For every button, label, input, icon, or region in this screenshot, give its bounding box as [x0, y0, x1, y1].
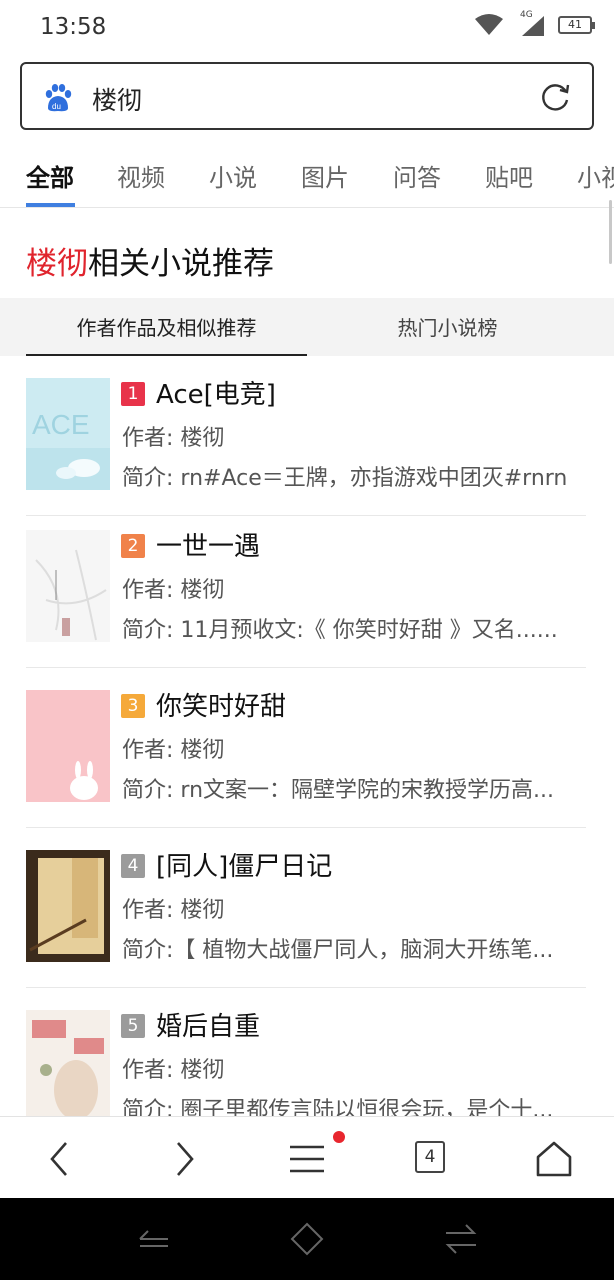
battery-indicator: 41 — [558, 16, 595, 34]
book-author: 作者: 楼彻 — [122, 898, 225, 923]
tab-tieba[interactable]: 贴吧 — [485, 158, 533, 193]
back-icon[interactable] — [38, 1137, 82, 1181]
tab-novel[interactable]: 小说 — [209, 158, 257, 193]
book-title[interactable]: 你笑时好甜 — [156, 686, 286, 723]
book-cover — [26, 850, 110, 962]
book-author: 作者: 楼彻 — [122, 578, 225, 603]
list-item[interactable]: 4 [同人]僵尸日记 作者: 楼彻 简介:【 植物大战僵尸同人，脑洞大开练笔..… — [0, 828, 614, 988]
browser-toolbar: 4 — [0, 1116, 614, 1198]
baidu-paw-icon: du — [45, 84, 72, 112]
section-title-text: 相关小说推荐 — [88, 246, 274, 282]
section-keyword: 楼彻 — [26, 246, 88, 282]
book-cover — [26, 690, 110, 802]
home-icon[interactable] — [532, 1137, 576, 1181]
book-title[interactable]: 婚后自重 — [156, 1006, 260, 1043]
svg-text:du: du — [52, 102, 61, 111]
status-bar: 13:58 4G 41 — [0, 0, 614, 56]
search-query: 楼彻 — [92, 86, 143, 115]
refresh-icon[interactable] — [538, 80, 572, 114]
book-intro: 简介: rn#Ace＝王牌，亦指游戏中团灭#rnrn — [122, 466, 568, 491]
tab-qa[interactable]: 问答 — [393, 158, 441, 193]
list-item[interactable]: 2 一世一遇 作者: 楼彻 简介: 11月预收文:《 你笑时好甜 》又名....… — [0, 508, 614, 668]
search-input[interactable]: du 楼彻 — [20, 62, 594, 130]
tab-more[interactable]: 小视 — [577, 158, 614, 193]
svg-text:ACE: ACE — [32, 409, 90, 440]
network-type: 4G — [520, 10, 533, 20]
tab-count-button[interactable]: 4 — [415, 1141, 445, 1173]
list-item[interactable]: ACE 1 Ace[电竞] 作者: 楼彻 简介: rn#Ace＝王牌，亦指游戏中… — [0, 356, 614, 516]
book-cover — [26, 530, 110, 642]
battery-level: 41 — [568, 18, 582, 31]
search-bar: du 楼彻 — [0, 56, 614, 140]
system-home-icon[interactable] — [290, 1222, 324, 1256]
book-cover: ACE — [26, 378, 110, 490]
subtab-author-works[interactable]: 作者作品及相似推荐 — [26, 312, 307, 341]
list-item[interactable]: 3 你笑时好甜 作者: 楼彻 简介: rn文案一：隔壁学院的宋教授学历高... — [0, 668, 614, 828]
rank-badge: 2 — [121, 534, 145, 558]
tab-indicator — [26, 203, 75, 207]
tab-all[interactable]: 全部 — [26, 158, 74, 193]
cellular-icon: 4G — [516, 10, 546, 38]
book-intro: 简介:【 植物大战僵尸同人，脑洞大开练笔... — [122, 938, 554, 963]
book-cover — [26, 1010, 110, 1116]
rank-badge: 1 — [121, 382, 145, 406]
status-time: 13:58 — [40, 14, 107, 40]
book-author: 作者: 楼彻 — [122, 426, 225, 451]
system-back-icon[interactable] — [136, 1222, 170, 1256]
book-title[interactable]: [同人]僵尸日记 — [156, 846, 332, 883]
tab-image[interactable]: 图片 — [301, 158, 349, 193]
system-switch-icon[interactable] — [444, 1222, 478, 1256]
book-intro: 简介: 11月预收文:《 你笑时好甜 》又名...... — [122, 618, 558, 643]
tab-count: 4 — [424, 1147, 436, 1167]
wifi-icon — [475, 14, 503, 35]
status-icons: 4G 41 — [474, 10, 595, 38]
book-author: 作者: 楼彻 — [122, 738, 225, 763]
book-intro: 简介: rn文案一：隔壁学院的宋教授学历高... — [122, 778, 554, 803]
section-title: 楼彻相关小说推荐 — [26, 238, 274, 283]
novel-subtabs: 作者作品及相似推荐 热门小说榜 — [0, 298, 614, 356]
tab-video[interactable]: 视频 — [117, 158, 165, 193]
rank-badge: 3 — [121, 694, 145, 718]
forward-icon[interactable] — [162, 1137, 206, 1181]
menu-icon[interactable] — [286, 1137, 330, 1181]
system-navigation-bar — [0, 1198, 614, 1280]
notification-dot — [333, 1131, 345, 1143]
rank-badge: 5 — [121, 1014, 145, 1038]
book-title[interactable]: 一世一遇 — [156, 526, 260, 563]
subtab-hot-novels[interactable]: 热门小说榜 — [307, 312, 588, 341]
book-author: 作者: 楼彻 — [122, 1058, 225, 1083]
book-title[interactable]: Ace[电竞] — [156, 374, 276, 411]
category-tabs: 全部 视频 小说 图片 问答 贴吧 小视 — [0, 140, 614, 208]
page-scrollbar[interactable] — [609, 200, 612, 264]
rank-badge: 4 — [121, 854, 145, 878]
